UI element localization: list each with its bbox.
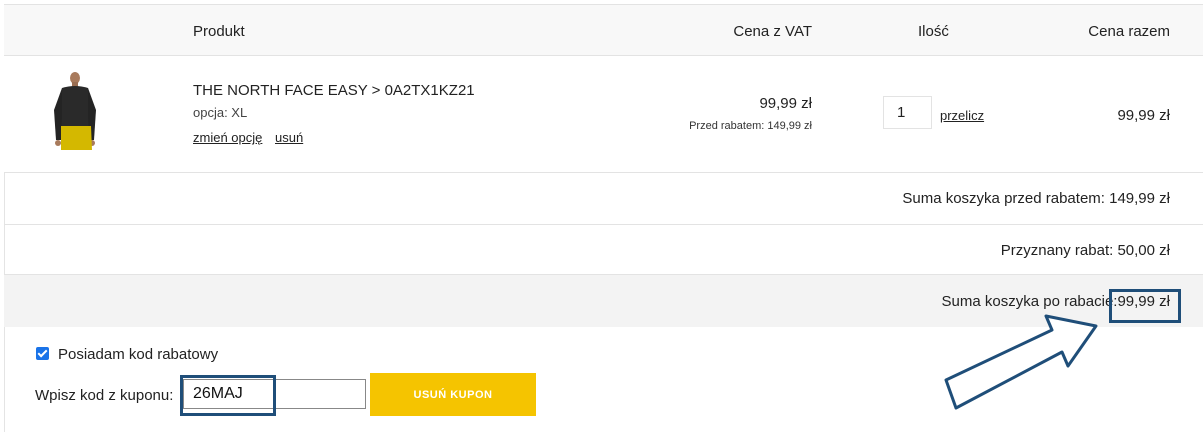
header-price: Cena z VAT: [733, 23, 812, 40]
cart-item-row: THE NORTH FACE EASY > 0A2TX1KZ21 opcja: …: [4, 56, 1203, 173]
product-image[interactable]: [42, 70, 104, 156]
product-name[interactable]: THE NORTH FACE EASY > 0A2TX1KZ21: [193, 82, 475, 99]
header-product: Produkt: [193, 23, 245, 40]
item-total: 99,99 zł: [1117, 107, 1170, 124]
remove-coupon-button[interactable]: USUŃ KUPON: [370, 373, 536, 416]
coupon-checkbox[interactable]: [36, 347, 49, 360]
item-price-before-discount: Przed rabatem: 149,99 zł: [689, 120, 812, 132]
product-option: opcja: XL: [193, 105, 248, 120]
summary-after-discount-row: Suma koszyka po rabacie:99,99 zł: [4, 275, 1203, 327]
remove-item-link[interactable]: usuń: [275, 130, 303, 145]
summary-before-discount: Suma koszyka przed rabatem: 149,99 zł: [902, 190, 1170, 207]
change-option-link[interactable]: zmień opcję: [193, 130, 262, 145]
item-price: 99,99 zł: [759, 95, 812, 112]
summary-after-discount-label: Suma koszyka po rabacie:: [941, 293, 1118, 310]
quantity-input[interactable]: [883, 96, 932, 129]
highlight-box-coupon: [180, 375, 276, 416]
product-actions: zmień opcję usuń: [193, 130, 312, 145]
header-total: Cena razem: [1088, 23, 1170, 40]
summary-before-discount-row: Suma koszyka przed rabatem: 149,99 zł: [4, 173, 1203, 225]
coupon-code-label: Wpisz kod z kuponu:: [35, 387, 174, 404]
coupon-checkbox-label[interactable]: Posiadam kod rabatowy: [58, 346, 218, 363]
highlight-box-total: [1109, 289, 1181, 323]
summary-discount: Przyznany rabat: 50,00 zł: [1000, 242, 1170, 259]
cart-table-header: Produkt Cena z VAT Ilość Cena razem: [4, 4, 1203, 56]
summary-discount-row: Przyznany rabat: 50,00 zł: [4, 225, 1203, 275]
header-quantity: Ilość: [918, 23, 949, 40]
recalculate-link[interactable]: przelicz: [940, 108, 984, 123]
